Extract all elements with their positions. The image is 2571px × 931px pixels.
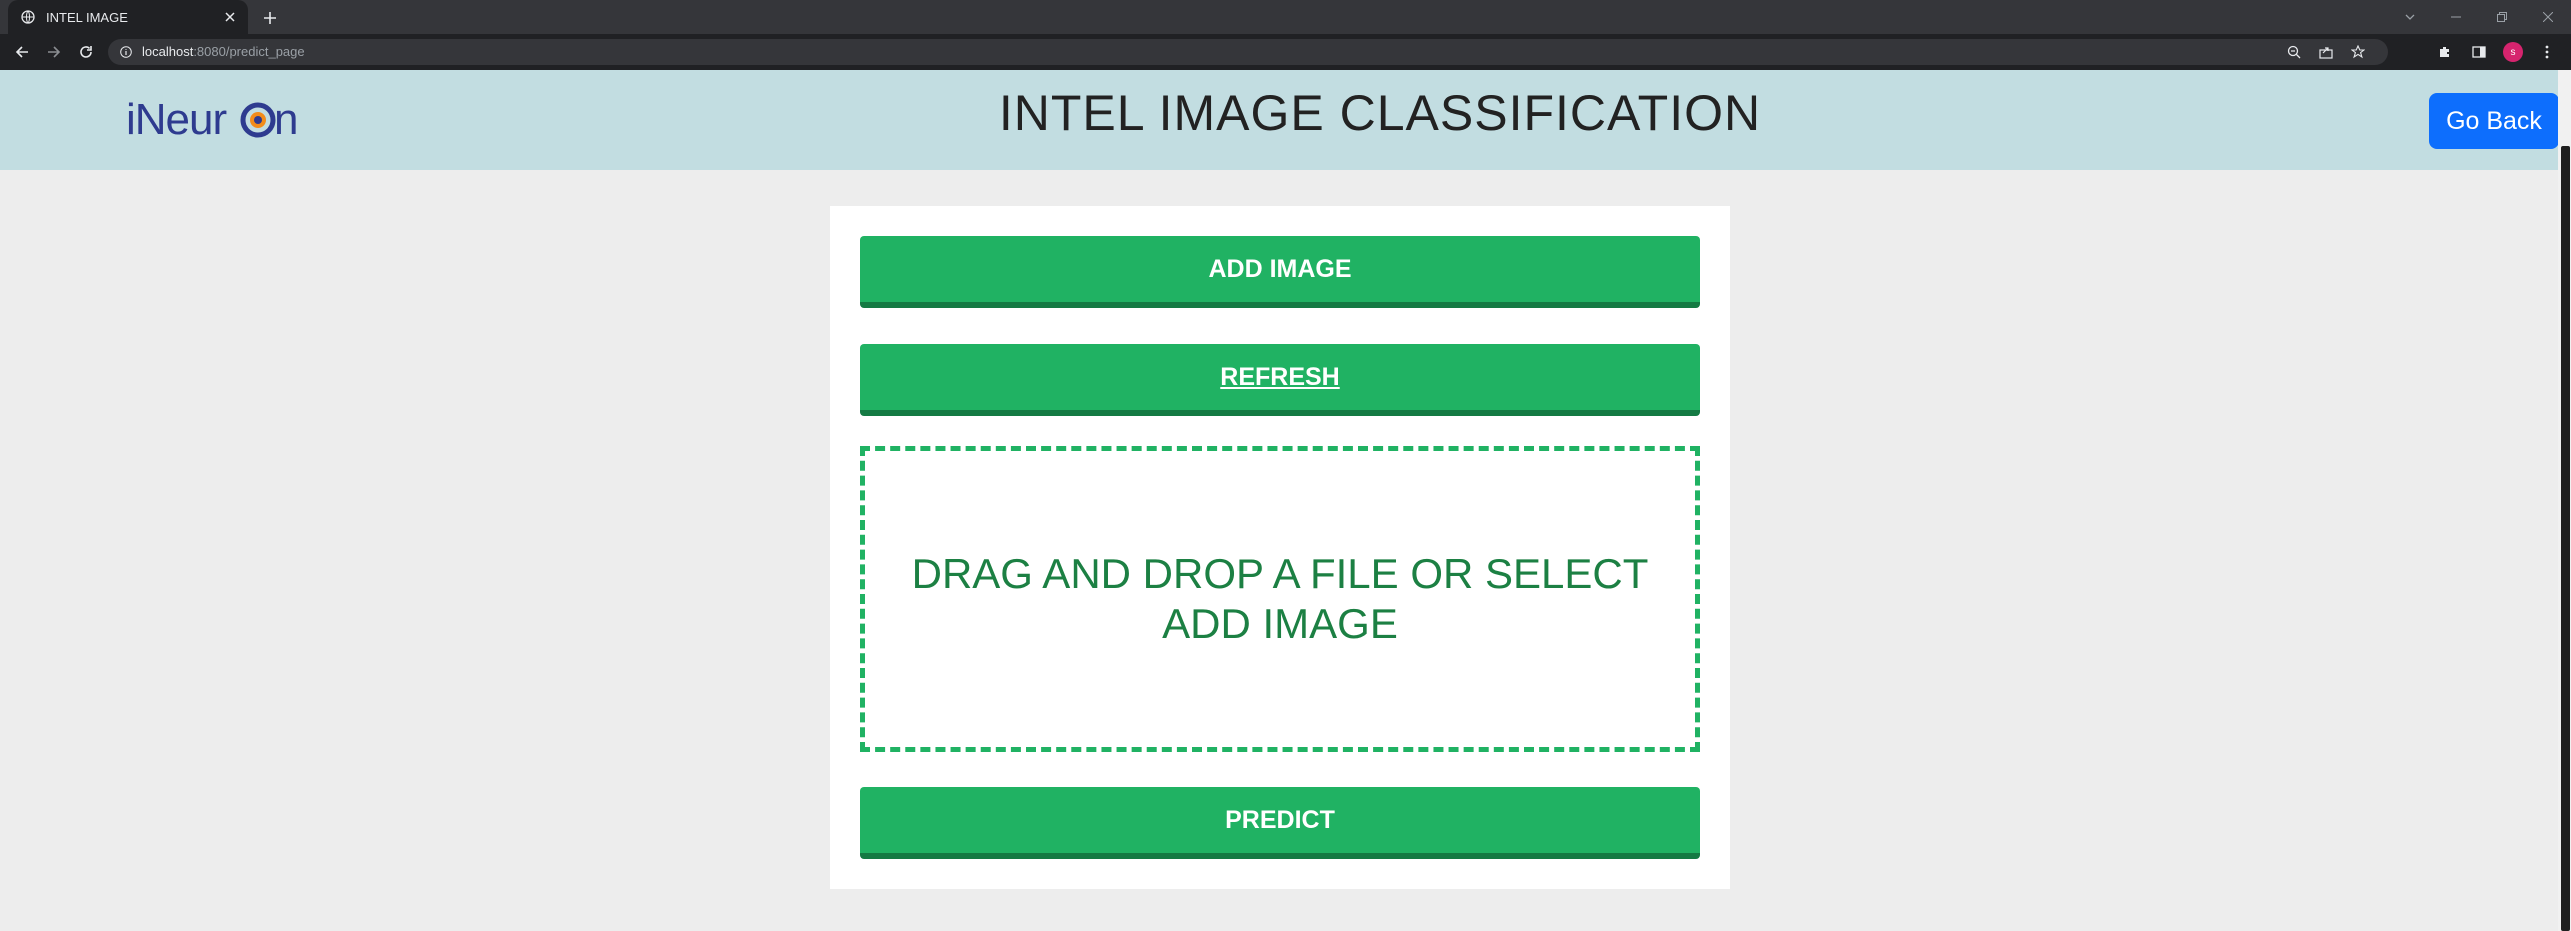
tab-title: INTEL IMAGE <box>46 9 128 25</box>
minimize-icon[interactable] <box>2433 0 2479 34</box>
share-icon[interactable] <box>2316 43 2336 61</box>
go-back-button[interactable]: Go Back <box>2429 93 2559 149</box>
site-info-icon[interactable] <box>118 44 134 60</box>
page-title: INTEL IMAGE CLASSIFICATION <box>998 85 1762 141</box>
address-bar[interactable]: localhost:8080/predict_page <box>108 39 2388 65</box>
tab-search-icon[interactable] <box>2387 0 2433 34</box>
url-text: localhost:8080/predict_page <box>142 44 305 60</box>
refresh-button[interactable]: REFRESH <box>860 344 1700 416</box>
upload-card: ADD IMAGE REFRESH DRAG AND DROP A FILE O… <box>830 206 1730 889</box>
reload-icon[interactable] <box>76 42 96 62</box>
zoom-icon[interactable] <box>2284 43 2304 61</box>
profile-avatar[interactable]: s <box>2503 42 2523 62</box>
url-path: :8080/predict_page <box>193 44 305 59</box>
menu-kebab-icon[interactable] <box>2537 42 2557 62</box>
drop-zone-text: DRAG AND DROP A FILE OR SELECT ADD IMAGE <box>912 549 1649 649</box>
new-tab-icon[interactable] <box>258 6 282 30</box>
url-host: localhost <box>142 44 194 59</box>
browser-tab[interactable]: INTEL IMAGE <box>8 0 248 34</box>
close-window-icon[interactable] <box>2525 0 2571 34</box>
drop-zone[interactable]: DRAG AND DROP A FILE OR SELECT ADD IMAGE <box>860 446 1700 752</box>
back-arrow-icon[interactable] <box>12 42 32 62</box>
restore-icon[interactable] <box>2479 0 2525 34</box>
browser-toolbar: localhost:8080/predict_page s <box>0 34 2571 70</box>
browser-tab-bar: INTEL IMAGE <box>0 0 2571 34</box>
drop-zone-line-1: DRAG AND DROP A FILE OR SELECT <box>911 550 1649 597</box>
extensions-icon[interactable] <box>2435 42 2455 62</box>
add-image-button[interactable]: ADD IMAGE <box>860 236 1700 308</box>
scrollbar-thumb[interactable] <box>2561 146 2570 931</box>
page-header: iNeur n INTEL IMAGE CLASSIFICATION Go Ba… <box>0 70 2559 170</box>
close-tab-icon[interactable] <box>222 9 238 25</box>
bookmark-star-icon[interactable] <box>2348 43 2368 61</box>
side-panel-icon[interactable] <box>2469 42 2489 62</box>
globe-icon <box>20 9 36 25</box>
drop-zone-line-2: ADD IMAGE <box>1162 600 1398 647</box>
forward-arrow-icon[interactable] <box>44 42 64 62</box>
predict-button[interactable]: PREDICT <box>860 787 1700 859</box>
